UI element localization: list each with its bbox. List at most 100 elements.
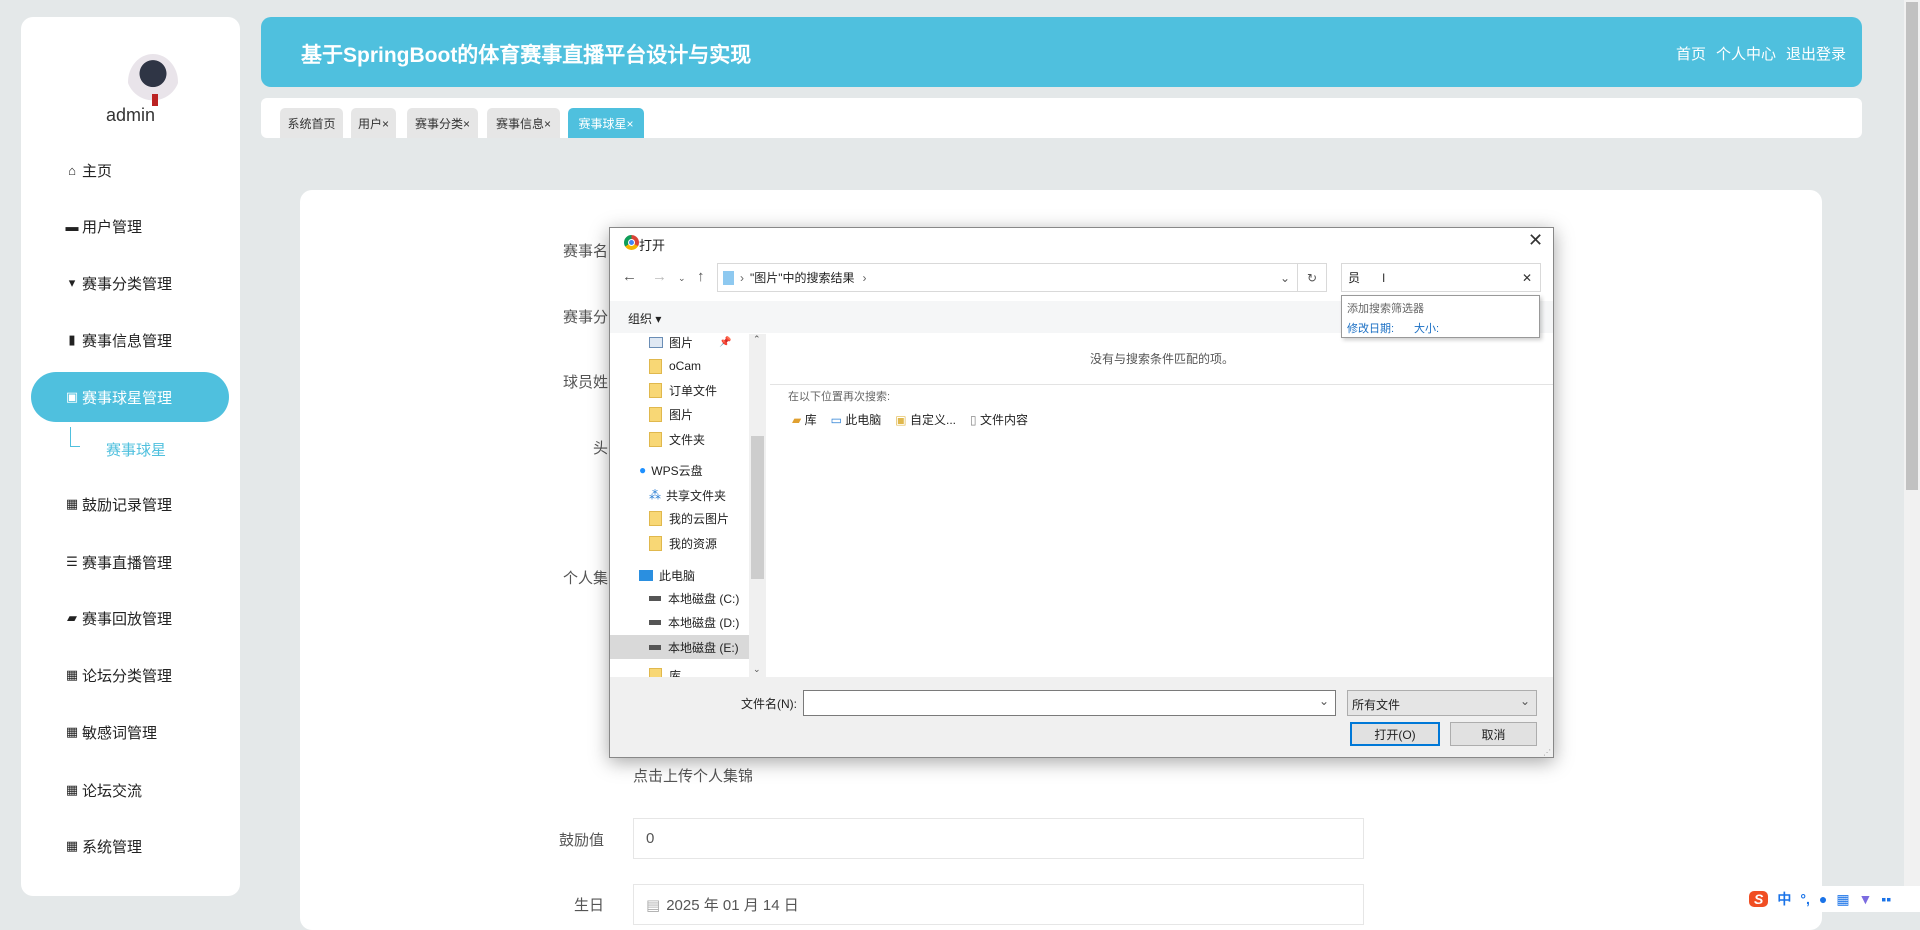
nav-item-label: 此电脑 xyxy=(659,568,696,583)
nav-item[interactable]: 本地磁盘 (D:) xyxy=(610,610,749,634)
nav-item[interactable]: 图片 📌 xyxy=(610,334,749,354)
logout-link[interactable]: 退出登录 xyxy=(1786,43,1846,64)
grid-icon: ▦ xyxy=(65,724,79,739)
search-value: 员 xyxy=(1348,271,1361,285)
nav-item[interactable]: 本地磁盘 (E:) xyxy=(610,635,749,659)
nav-scrollbar[interactable]: ⌃ ⌄ xyxy=(749,334,766,677)
skin-icon[interactable]: ▼ xyxy=(1859,891,1873,907)
avatar[interactable] xyxy=(128,54,178,110)
submenu-item-players[interactable]: 赛事球星 xyxy=(106,439,166,460)
category-icon: ▾ xyxy=(68,275,76,290)
open-button[interactable]: 打开(O) xyxy=(1350,722,1440,746)
filename-dropdown-icon[interactable]: ⌄ xyxy=(1319,694,1329,708)
form-label: 赛事名 xyxy=(562,243,608,260)
keyboard-icon[interactable]: ▦ xyxy=(1836,891,1849,908)
filename-input[interactable]: ⌄ xyxy=(803,690,1336,716)
disk-icon xyxy=(649,595,661,601)
grid-icon: ▦ xyxy=(65,782,79,797)
sidebar-item-6[interactable]: ☰ 赛事直播管理 xyxy=(31,537,229,587)
nav-item-label: 图片 xyxy=(669,335,694,350)
form-label: 赛事分 xyxy=(562,309,608,326)
sidebar-item-1[interactable]: ▬ 用户管理 xyxy=(31,201,229,251)
tab-home[interactable]: 系统首页 xyxy=(280,108,343,138)
nav-scrollbar-thumb[interactable] xyxy=(751,436,764,579)
location-custom[interactable]: ▣ 自定义... xyxy=(895,411,956,428)
tab-user[interactable]: 用户× xyxy=(351,108,396,138)
filetype-select[interactable]: 所有文件 ⌄ xyxy=(1347,690,1537,716)
clear-search-icon[interactable]: ✕ xyxy=(1522,271,1532,285)
location-file-contents[interactable]: ▯ 文件内容 xyxy=(970,411,1028,428)
filter-date[interactable]: 修改日期: xyxy=(1347,320,1394,336)
cancel-button[interactable]: 取消 xyxy=(1450,722,1537,746)
grid-icon: ▦ xyxy=(65,496,79,511)
home-link[interactable]: 首页 xyxy=(1676,43,1706,64)
sidebar-item-9[interactable]: ▦ 敏感词管理 xyxy=(31,707,229,757)
sidebar-item-3[interactable]: ▮ 赛事信息管理 xyxy=(31,315,229,365)
sidebar-item-2[interactable]: ▾ 赛事分类管理 xyxy=(31,258,229,308)
sidebar-item-8[interactable]: ▦ 论坛分类管理 xyxy=(31,650,229,700)
location-this-pc[interactable]: ▭ 此电脑 xyxy=(831,411,882,428)
sidebar-item-4[interactable]: ▣ 赛事球星管理 xyxy=(31,372,229,422)
nav-item[interactable]: 文件夹 xyxy=(610,427,749,451)
nav-item[interactable]: 我的云图片 xyxy=(610,506,749,530)
microphone-icon[interactable]: ● xyxy=(1819,891,1827,907)
nav-item[interactable]: 图片 xyxy=(610,402,749,426)
upload-highlights[interactable]: 点击上传个人集锦 xyxy=(633,765,753,786)
page-scrollbar[interactable] xyxy=(1904,0,1920,912)
scrollbar-thumb[interactable] xyxy=(1906,2,1918,490)
suggest-title: 添加搜索筛选器 xyxy=(1347,303,1424,315)
location-library[interactable]: ▰ 库 xyxy=(792,411,817,428)
monitor-icon: ▭ xyxy=(830,413,842,427)
tab-players[interactable]: 赛事球星× xyxy=(568,108,644,138)
sidebar-item-7[interactable]: ▰ 赛事回放管理 xyxy=(31,593,229,643)
nav-item-label: 本地磁盘 (C:) xyxy=(668,591,740,606)
up-icon[interactable]: ↑ xyxy=(697,268,705,285)
tab-bar: 系统首页 用户× 赛事分类× 赛事信息× 赛事球星× xyxy=(261,98,1862,138)
search-input[interactable]: 员 I ✕ xyxy=(1341,263,1541,292)
nav-item-label: 库 xyxy=(669,668,682,678)
sidebar-item-5[interactable]: ▦ 鼓励记录管理 xyxy=(31,479,229,529)
sidebar-item-label: 赛事信息管理 xyxy=(82,332,173,350)
nav-item[interactable]: oCam xyxy=(610,354,749,378)
nav-item[interactable]: 我的资源 xyxy=(610,531,749,555)
folder-icon xyxy=(649,406,662,422)
form-label: 个人集 xyxy=(562,570,608,587)
address-bar[interactable]: › "图片"中的搜索结果 › ⌄ ↻ xyxy=(717,263,1327,292)
toolbox-icon[interactable]: ▪▪ xyxy=(1881,891,1891,907)
forward-icon[interactable]: → xyxy=(652,268,667,285)
encourage-input[interactable]: 0 xyxy=(633,818,1364,859)
nav-item[interactable]: 订单文件 xyxy=(610,378,749,402)
sidebar-item-label: 鼓励记录管理 xyxy=(82,496,173,514)
file-open-dialog: 打开 ✕ ← → ⌄ ↑ › "图片"中的搜索结果 › ⌄ ↻ 员 I ✕ 添加搜索… xyxy=(609,227,1554,758)
address-dropdown-icon[interactable]: ⌄ xyxy=(1280,271,1290,285)
sidebar-item-10[interactable]: ▦ 论坛交流 xyxy=(31,765,229,815)
sidebar-item-label: 赛事球星管理 xyxy=(82,389,173,407)
refresh-icon[interactable]: ↻ xyxy=(1297,264,1326,291)
profile-link[interactable]: 个人中心 xyxy=(1716,43,1776,64)
recent-dropdown-icon[interactable]: ⌄ xyxy=(678,273,686,284)
sidebar-item-0[interactable]: ⌂ 主页 xyxy=(31,145,229,195)
clipboard-icon: ▣ xyxy=(65,389,79,404)
ime-mode[interactable]: 中 xyxy=(1777,889,1791,909)
nav-item[interactable]: 本地磁盘 (C:) xyxy=(610,586,749,610)
sliders-icon: ☰ xyxy=(66,554,78,569)
resize-grip-icon[interactable]: ⋰ xyxy=(1543,748,1551,757)
chrome-icon xyxy=(624,235,639,250)
nav-item[interactable]: 此电脑 xyxy=(610,563,749,587)
nav-item[interactable]: ● WPS云盘 xyxy=(610,458,749,482)
ime-punctuation[interactable]: °, xyxy=(1800,891,1810,907)
tab-category[interactable]: 赛事分类× xyxy=(407,108,478,138)
organize-menu[interactable]: 组织 ▾ xyxy=(628,310,661,327)
birthday-input[interactable]: ▤ 2025 年 01 月 14 日 xyxy=(633,884,1364,925)
pin-icon[interactable]: 📌 xyxy=(719,337,731,348)
nav-item-label: 本地磁盘 (D:) xyxy=(668,615,740,630)
close-icon[interactable]: ✕ xyxy=(1528,230,1543,251)
nav-item[interactable]: ⁂ 共享文件夹 xyxy=(610,483,749,507)
encourage-label: 鼓励值 xyxy=(558,832,604,849)
sidebar-item-11[interactable]: ▦ 系统管理 xyxy=(31,821,229,871)
tab-info[interactable]: 赛事信息× xyxy=(487,108,560,138)
back-icon[interactable]: ← xyxy=(622,268,637,285)
filter-size[interactable]: 大小: xyxy=(1414,320,1439,336)
nav-item[interactable]: 库 xyxy=(610,663,749,677)
sogou-logo-icon[interactable]: S xyxy=(1749,891,1769,907)
